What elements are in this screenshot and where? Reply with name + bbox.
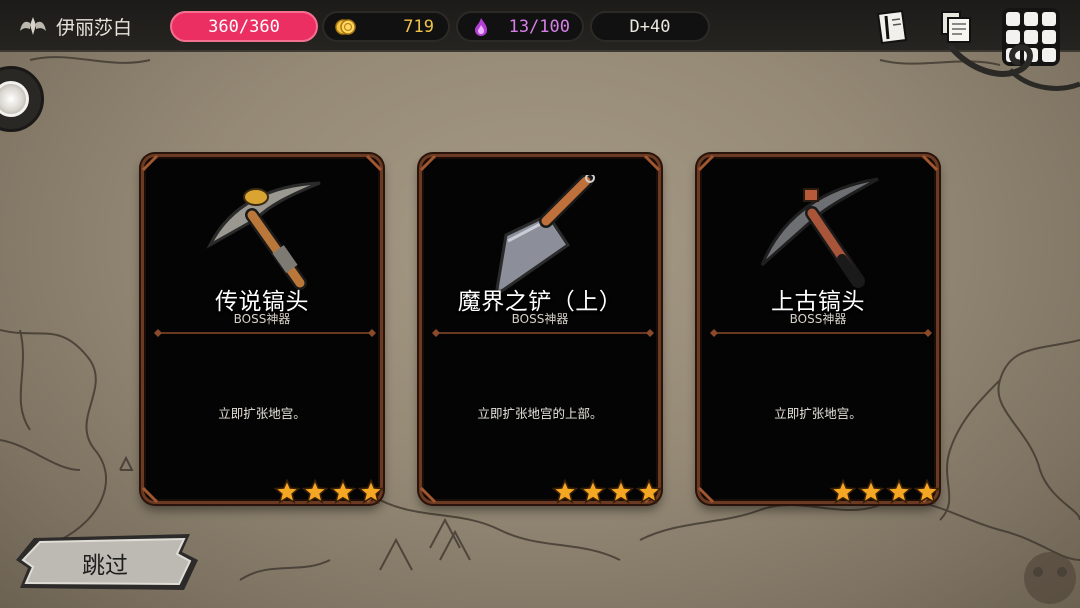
card-subtitle: BOSS神器 bbox=[233, 312, 291, 326]
star-icon bbox=[330, 479, 356, 504]
card-divider bbox=[710, 329, 932, 337]
demon-wings-emblem-icon bbox=[20, 17, 46, 35]
star-rating bbox=[274, 479, 384, 505]
soul-value: 13/100 bbox=[508, 16, 570, 37]
star-icon bbox=[580, 479, 606, 504]
player-info: 伊丽莎白 bbox=[18, 10, 132, 42]
skip-button[interactable]: 跳过 bbox=[14, 530, 200, 594]
soul-counter: 13/100 bbox=[456, 11, 584, 42]
star-icon bbox=[914, 479, 940, 504]
player-name: 伊丽莎白 bbox=[56, 16, 133, 39]
card-subtitle: BOSS神器 bbox=[511, 312, 569, 326]
ancient-pickaxe-icon bbox=[760, 177, 879, 288]
star-icon bbox=[830, 479, 856, 504]
journal-button[interactable] bbox=[872, 6, 914, 48]
legendary-pickaxe-icon bbox=[206, 181, 321, 290]
star-icon bbox=[636, 479, 662, 504]
card-description: 立即扩张地宫。 bbox=[218, 406, 306, 421]
card-description: 立即扩张地宫的上部。 bbox=[477, 406, 603, 421]
gold-value: 719 bbox=[403, 16, 434, 37]
star-icon bbox=[274, 479, 300, 504]
demon-realm-shovel-icon bbox=[494, 175, 595, 295]
reward-card-3[interactable]: 上古镐头 BOSS神器 立即扩张地宫。 bbox=[697, 154, 940, 505]
top-status-bar: 伊丽莎白 360/360 719 13/100 D+40 bbox=[0, 0, 1080, 66]
card-divider bbox=[154, 329, 376, 337]
day-value: D+40 bbox=[629, 16, 671, 37]
skip-button-label: 跳过 bbox=[82, 553, 128, 579]
star-rating bbox=[552, 479, 662, 505]
topbar-ornament bbox=[947, 44, 1080, 91]
star-icon bbox=[552, 479, 578, 504]
reward-card-1[interactable]: 传说镐头 BOSS神器 立即扩张地宫。 bbox=[141, 154, 384, 505]
hp-counter: 360/360 bbox=[170, 11, 318, 42]
side-button-orb-icon bbox=[0, 81, 29, 117]
star-icon bbox=[886, 479, 912, 504]
gold-counter: 719 bbox=[322, 11, 450, 42]
gold-coins-icon bbox=[335, 18, 356, 35]
star-rating bbox=[830, 479, 940, 505]
star-icon bbox=[858, 479, 884, 504]
purple-flame-icon bbox=[475, 17, 487, 36]
journal-book-icon bbox=[876, 9, 908, 45]
card-divider bbox=[432, 329, 654, 337]
reward-card-2[interactable]: 魔界之铲（上） BOSS神器 立即扩张地宫的上部。 bbox=[419, 154, 662, 505]
card-subtitle: BOSS神器 bbox=[789, 312, 847, 326]
card-description: 立即扩张地宫。 bbox=[774, 406, 862, 421]
day-counter: D+40 bbox=[590, 11, 710, 42]
star-icon bbox=[302, 479, 328, 504]
star-icon bbox=[608, 479, 634, 504]
star-icon bbox=[358, 479, 384, 504]
hp-value: 360/360 bbox=[208, 16, 280, 37]
